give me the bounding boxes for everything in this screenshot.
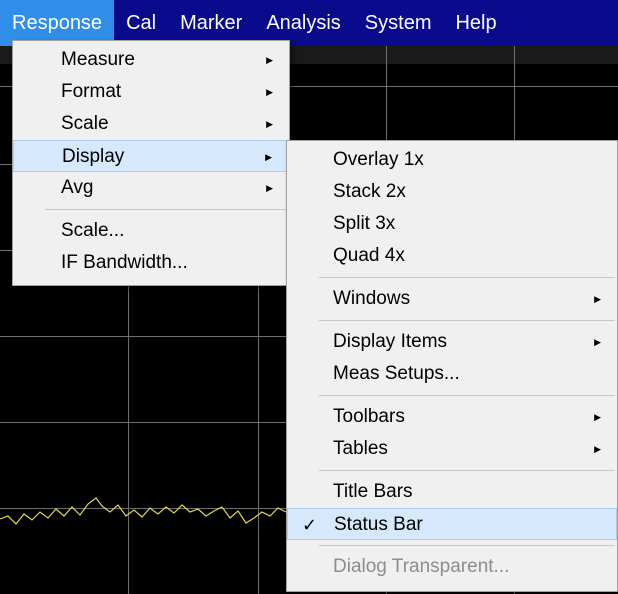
menu-help[interactable]: Help [443,0,508,46]
menu-item-measure[interactable]: Measure ▶ [13,44,289,76]
menu-item-label: Quad 4x [333,245,405,266]
menu-item-display-items[interactable]: Display Items ▶ [287,326,617,358]
menu-item-label: Display [62,146,125,167]
menu-item-scale-dialog[interactable]: Scale... [13,215,289,247]
menu-item-label: Avg [61,177,94,198]
submenu-arrow-icon: ▶ [594,444,601,454]
menu-item-label: Split 3x [333,213,396,234]
display-submenu: Overlay 1x Stack 2x Split 3x Quad 4x Win… [286,140,618,592]
submenu-arrow-icon: ▶ [266,183,273,193]
menu-item-label: Overlay 1x [333,149,424,170]
menu-item-overlay-1x[interactable]: Overlay 1x [287,144,617,176]
menu-system[interactable]: System [353,0,444,46]
menu-item-label: Toolbars [333,406,405,427]
menu-item-avg[interactable]: Avg ▶ [13,172,289,204]
menu-item-label: IF Bandwidth... [61,252,188,273]
menu-item-split-3x[interactable]: Split 3x [287,208,617,240]
submenu-arrow-icon: ▶ [594,337,601,347]
menu-item-label: Format [61,81,122,102]
submenu-arrow-icon: ▶ [266,87,273,97]
menu-item-display[interactable]: Display ▶ [13,140,289,172]
measurement-trace [0,497,287,525]
menu-separator [319,277,615,278]
menu-item-title-bars[interactable]: Title Bars [287,476,617,508]
menu-separator [319,395,615,396]
submenu-arrow-icon: ▶ [266,119,273,129]
submenu-arrow-icon: ▶ [594,294,601,304]
menu-separator [45,209,287,210]
menu-item-label: Scale [61,113,109,134]
menu-item-tables[interactable]: Tables ▶ [287,433,617,465]
menu-separator [319,470,615,471]
menu-item-meas-setups[interactable]: Meas Setups... [287,358,617,390]
menu-item-format[interactable]: Format ▶ [13,76,289,108]
response-menu: Measure ▶ Format ▶ Scale ▶ Display ▶ Avg… [12,40,290,286]
menu-item-scale[interactable]: Scale ▶ [13,108,289,140]
menu-item-label: Measure [61,49,135,70]
menu-item-label: Tables [333,438,388,459]
menu-item-dialog-transparent: Dialog Transparent... [287,551,617,583]
submenu-arrow-icon: ▶ [594,412,601,422]
menu-separator [319,545,615,546]
menu-item-windows[interactable]: Windows ▶ [287,283,617,315]
menu-item-status-bar[interactable]: ✓ Status Bar [287,508,617,540]
menu-item-label: Windows [333,288,411,309]
menu-item-toolbars[interactable]: Toolbars ▶ [287,401,617,433]
menu-item-label: Display Items [333,331,448,352]
menu-item-label: Dialog Transparent... [333,556,510,577]
check-icon: ✓ [302,515,318,535]
menu-item-label: Status Bar [334,514,423,535]
menu-item-label: Title Bars [333,481,413,502]
menu-item-quad-4x[interactable]: Quad 4x [287,240,617,272]
menu-item-label: Scale... [61,220,125,241]
menu-item-label: Stack 2x [333,181,406,202]
menu-item-stack-2x[interactable]: Stack 2x [287,176,617,208]
submenu-arrow-icon: ▶ [265,152,272,162]
menu-separator [319,320,615,321]
menu-item-if-bandwidth[interactable]: IF Bandwidth... [13,247,289,279]
submenu-arrow-icon: ▶ [266,55,273,65]
menu-item-label: Meas Setups... [333,363,460,384]
